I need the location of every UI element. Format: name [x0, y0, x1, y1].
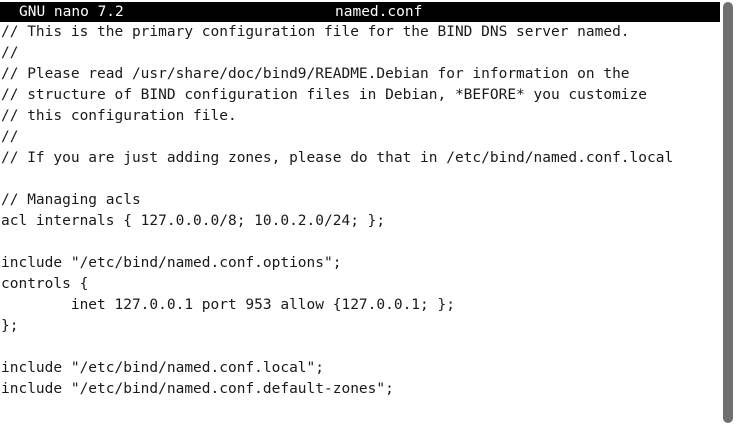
editor-line[interactable]: // this configuration file. — [1, 106, 719, 127]
editor-line[interactable]: include "/etc/bind/named.conf.default-zo… — [1, 379, 719, 400]
file-name-label: named.conf — [335, 4, 423, 20]
editor-line[interactable]: controls { — [1, 274, 719, 295]
editor-line[interactable] — [1, 169, 719, 190]
nano-title-bar: GNU nano 7.2 named.conf — [0, 2, 720, 22]
editor-line[interactable] — [1, 400, 719, 421]
scrollbar-thumb[interactable] — [723, 2, 733, 423]
editor-line[interactable]: // Managing acls — [1, 190, 719, 211]
editor-line[interactable]: // Please read /usr/share/doc/bind9/READ… — [1, 64, 719, 85]
editor-line[interactable]: // If you are just adding zones, please … — [1, 148, 719, 169]
app-version-label: GNU nano 7.2 — [19, 4, 124, 20]
editor-line[interactable]: // — [1, 43, 719, 64]
editor-line[interactable]: include "/etc/bind/named.conf.local"; — [1, 358, 719, 379]
editor-line[interactable]: // structure of BIND configuration files… — [1, 85, 719, 106]
editor-line[interactable]: }; — [1, 316, 719, 337]
editor-line[interactable] — [1, 337, 719, 358]
editor-line[interactable]: inet 127.0.0.1 port 953 allow {127.0.0.1… — [1, 295, 719, 316]
editor-line[interactable]: // This is the primary configuration fil… — [1, 22, 719, 43]
editor-line[interactable]: acl internals { 127.0.0.0/8; 10.0.2.0/24… — [1, 211, 719, 232]
editor-line[interactable]: // — [1, 127, 719, 148]
terminal-window: GNU nano 7.2 named.conf // This is the p… — [0, 0, 736, 425]
editor-line[interactable]: include "/etc/bind/named.conf.options"; — [1, 253, 719, 274]
vertical-scrollbar[interactable] — [720, 0, 736, 425]
editor-line[interactable] — [1, 232, 719, 253]
text-editor-area[interactable]: // This is the primary configuration fil… — [1, 22, 719, 425]
